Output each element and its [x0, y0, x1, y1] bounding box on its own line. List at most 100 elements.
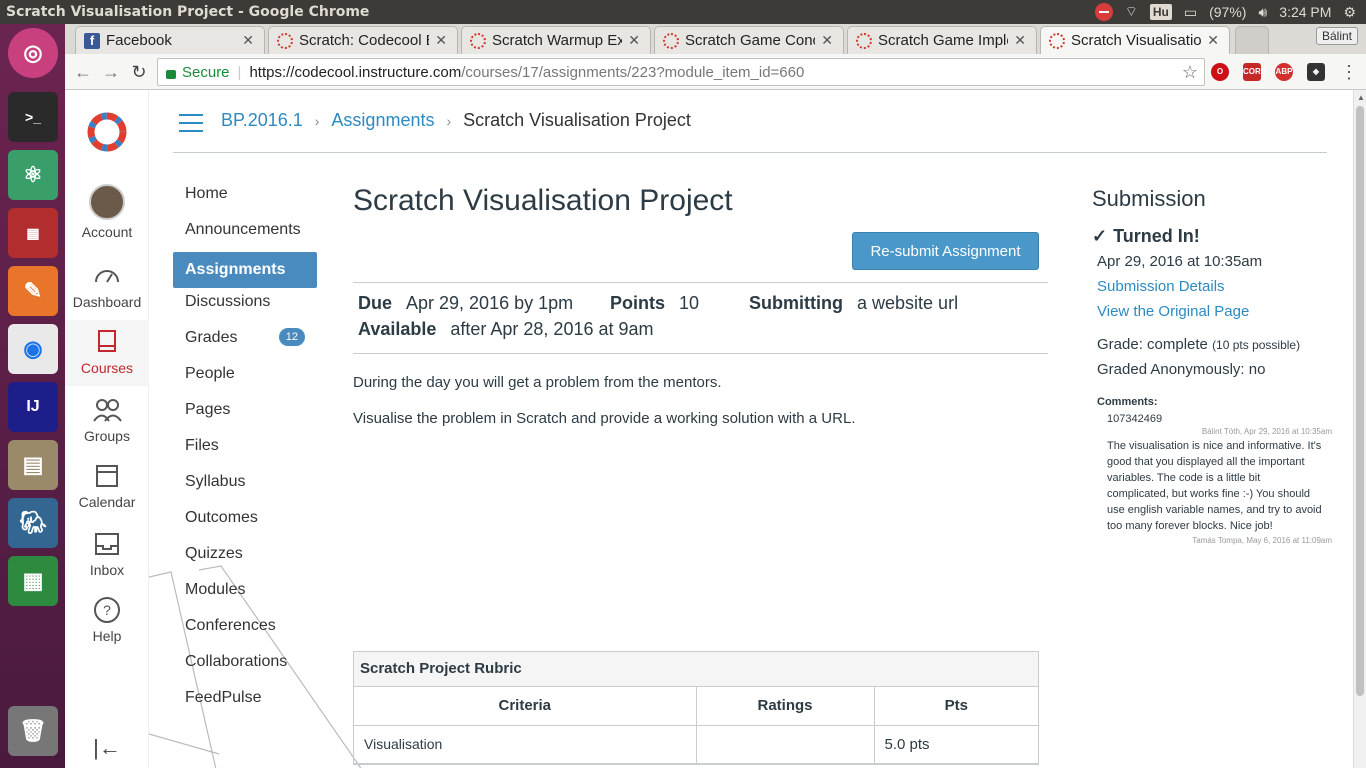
nav-courses[interactable]: Courses	[65, 320, 149, 386]
settings-gear-icon[interactable]: ⚙	[1343, 4, 1356, 21]
volume-icon[interactable]: 🔊︎	[1258, 4, 1267, 21]
canvas-icon	[470, 32, 486, 49]
course-nav-feedpulse[interactable]: FeedPulse	[173, 684, 317, 720]
nav-account[interactable]: Account	[65, 184, 149, 240]
rubric-header-pts: Pts	[874, 687, 1038, 726]
reload-icon[interactable]: ↻	[129, 62, 149, 83]
chrome-icon[interactable]: ◉	[8, 324, 58, 374]
battery-percent[interactable]: (97%)	[1209, 4, 1246, 20]
back-icon[interactable]: ←	[73, 62, 93, 83]
canvas-logo-icon[interactable]	[85, 110, 129, 154]
nav-dashboard[interactable]: Dashboard	[65, 262, 149, 310]
rubric-caption: Scratch Project Rubric	[354, 652, 1038, 687]
course-nav-pages[interactable]: Pages	[173, 396, 317, 432]
submission-details-link[interactable]: Submission Details	[1097, 278, 1332, 295]
view-original-page-link[interactable]: View the Original Page	[1097, 303, 1332, 320]
comment-meta: Bálint Tóth, Apr 29, 2016 at 10:35am	[1201, 427, 1332, 436]
ubuntu-logo-icon[interactable]: ◎	[8, 28, 58, 78]
submitting-label: Submitting	[749, 293, 844, 313]
svg-text:?: ?	[103, 602, 111, 618]
cors-extension-icon[interactable]: CORS	[1243, 63, 1266, 81]
course-nav-outcomes[interactable]: Outcomes	[173, 504, 317, 540]
nav-help[interactable]: ? Help	[65, 596, 149, 644]
close-icon[interactable]: ✕	[242, 32, 254, 49]
help-icon: ?	[94, 597, 120, 623]
new-tab-button[interactable]	[1235, 26, 1269, 54]
profile-button[interactable]: Bálint	[1315, 27, 1358, 45]
close-icon[interactable]: ✕	[1014, 32, 1026, 49]
page-scrollbar[interactable]: ▲	[1353, 90, 1366, 768]
keyboard-layout-indicator[interactable]: Hu	[1149, 4, 1172, 20]
collapse-nav-icon[interactable]: |←	[65, 735, 149, 761]
canvas-icon	[663, 32, 679, 49]
close-icon[interactable]: ✕	[821, 32, 833, 49]
comment-meta: Tamás Tompa, May 6, 2016 at 11:09am	[1192, 536, 1332, 545]
course-nav-announcements[interactable]: Announcements	[173, 216, 317, 252]
tab-scratch-game-impl[interactable]: Scratch Game Imple ✕	[847, 26, 1037, 54]
course-nav-discussions[interactable]: Discussions	[173, 288, 317, 324]
adblock-plus-icon[interactable]: ABP	[1275, 63, 1293, 81]
spreadsheet-icon[interactable]: ▦	[8, 556, 58, 606]
close-icon[interactable]: ✕	[1207, 32, 1219, 49]
course-nav-people[interactable]: People	[173, 360, 317, 396]
url-host: https://codecool.instructure.com	[249, 63, 462, 81]
window-title: Scratch Visualisation Project - Google C…	[6, 4, 370, 20]
course-nav-conferences[interactable]: Conferences	[173, 612, 317, 648]
scrollbar-thumb[interactable]	[1356, 106, 1364, 696]
dashboard-icon	[95, 270, 119, 283]
course-nav-assignments[interactable]: Assignments	[173, 252, 317, 288]
tab-scratch-codecool[interactable]: Scratch: Codecool E ✕	[268, 26, 458, 54]
page-content: Account Dashboard Courses Groups Calenda…	[65, 90, 1353, 768]
nav-inbox[interactable]: Inbox	[65, 530, 149, 578]
scroll-up-icon[interactable]: ▲	[1357, 93, 1365, 102]
rubric-criteria-cell: Visualisation	[354, 725, 697, 764]
stop-icon[interactable]	[1094, 3, 1113, 21]
resubmit-assignment-button[interactable]: Re-submit Assignment	[852, 232, 1039, 270]
browser-toolbar: ← → ↻ Secure | https://codecool.instruct…	[65, 54, 1366, 90]
battery-icon[interactable]: ▭	[1184, 4, 1197, 21]
address-bar[interactable]: Secure | https://codecool.instructure.co…	[157, 58, 1205, 86]
postgresql-icon[interactable]: 🐘︎	[8, 498, 58, 548]
course-nav-home[interactable]: Home	[173, 180, 317, 216]
trash-icon[interactable]: 🗑︎	[8, 706, 58, 756]
nav-calendar[interactable]: Calendar	[65, 462, 149, 510]
course-nav-syllabus[interactable]: Syllabus	[173, 468, 317, 504]
course-nav-grades[interactable]: Grades 12	[173, 324, 317, 360]
close-icon[interactable]: ✕	[435, 32, 447, 49]
terminal-icon[interactable]: >_	[8, 92, 58, 142]
nav-groups[interactable]: Groups	[65, 396, 149, 444]
description-paragraph: During the day you will get a problem fr…	[353, 374, 722, 391]
opera-extension-icon[interactable]: O	[1211, 63, 1229, 81]
file-manager-icon[interactable]: ▤	[8, 440, 58, 490]
breadcrumb-assignments[interactable]: Assignments	[331, 110, 434, 131]
tab-scratch-warmup[interactable]: Scratch Warmup Ex ✕	[461, 26, 651, 54]
wifi-icon[interactable]: ⌔	[1125, 3, 1138, 21]
grade-value: Grade: complete	[1097, 336, 1208, 353]
tab-facebook[interactable]: f Facebook ✕	[75, 26, 265, 54]
course-menu-toggle[interactable]	[179, 114, 203, 132]
forward-icon[interactable]: →	[101, 62, 121, 83]
atom-editor-icon[interactable]: ⚛	[8, 150, 58, 200]
bookmark-star-icon[interactable]: ☆	[1182, 62, 1198, 83]
terminator-icon[interactable]: ▦	[8, 208, 58, 258]
clock[interactable]: 3:24 PM	[1279, 4, 1331, 20]
groups-icon	[93, 399, 122, 422]
tab-scratch-game-concept[interactable]: Scratch Game Conc ✕	[654, 26, 844, 54]
tab-scratch-visualisation[interactable]: Scratch Visualisatio ✕	[1040, 26, 1230, 54]
course-nav-files[interactable]: Files	[173, 432, 317, 468]
postman-icon[interactable]: ✎	[8, 266, 58, 316]
menu-icon[interactable]: ⋮	[1339, 62, 1359, 83]
intellij-icon[interactable]: IJ	[8, 382, 58, 432]
courses-book-icon	[98, 330, 116, 352]
secure-label: Secure	[182, 63, 230, 81]
url-path: /courses/17/assignments/223?module_item_…	[461, 63, 805, 81]
course-nav-modules[interactable]: Modules	[173, 576, 317, 612]
course-nav-quizzes[interactable]: Quizzes	[173, 540, 317, 576]
breadcrumb-course[interactable]: BP.2016.1	[221, 110, 303, 131]
close-icon[interactable]: ✕	[628, 32, 640, 49]
graded-anonymously: Graded Anonymously: no	[1097, 361, 1266, 378]
facebook-icon: f	[84, 32, 100, 49]
assignment-details: Due Apr 29, 2016 by 1pm Points 10 Submit…	[353, 282, 1048, 354]
course-nav-collaborations[interactable]: Collaborations	[173, 648, 317, 684]
extension-icon[interactable]: ◈	[1307, 63, 1325, 81]
